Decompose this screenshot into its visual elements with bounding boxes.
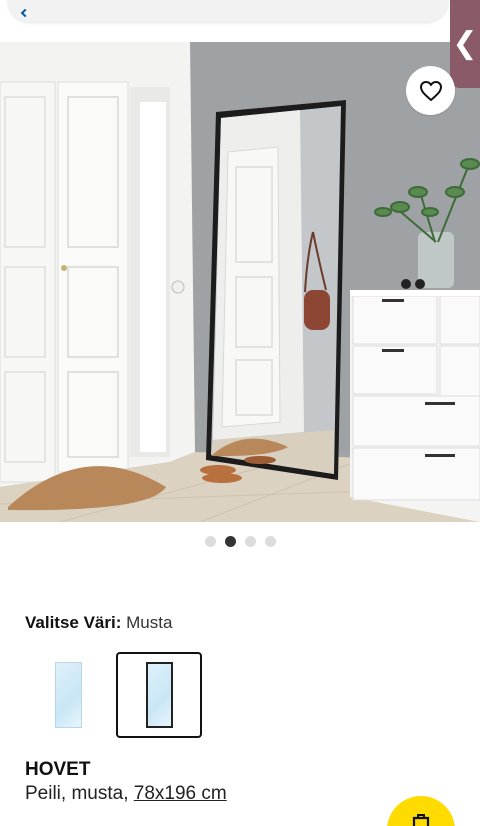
carousel-dot[interactable]: [204, 536, 216, 547]
color-swatch-black-selected[interactable]: [116, 652, 202, 738]
add-to-cart-button[interactable]: [387, 796, 455, 826]
top-bar: [0, 0, 480, 42]
product-image[interactable]: [0, 42, 480, 522]
color-value: Musta: [126, 613, 173, 632]
mirror-thumbnail: [54, 662, 82, 728]
carousel-indicator: [0, 536, 480, 547]
product-type: Peili, musta,: [25, 783, 129, 804]
product-size-link[interactable]: 78x196 cm: [134, 783, 227, 804]
side-tab[interactable]: ❮: [450, 0, 480, 88]
favorite-button[interactable]: [406, 66, 455, 115]
product-page: ❮ Valitse Väri: Musta HOVET Peili, musta…: [0, 0, 480, 826]
carousel-dot[interactable]: [244, 536, 256, 547]
color-label: Valitse Väri: Musta: [25, 613, 172, 633]
color-label-title: Valitse Väri:: [25, 613, 122, 632]
carousel-dot-active[interactable]: [224, 536, 236, 547]
search-bar[interactable]: [8, 0, 448, 22]
heart-icon: [419, 80, 442, 101]
product-description: Peili, musta, 78x196 cm: [25, 783, 227, 805]
carousel-dot[interactable]: [264, 536, 276, 547]
color-swatch-white[interactable]: [25, 652, 111, 738]
product-photo: [0, 42, 480, 522]
product-name: HOVET: [25, 759, 91, 780]
chevron-left-icon[interactable]: [20, 8, 30, 18]
mirror-thumbnail: [145, 662, 173, 728]
chevron-left-icon: ❮: [452, 26, 478, 61]
shopping-bag-icon: [412, 814, 430, 826]
